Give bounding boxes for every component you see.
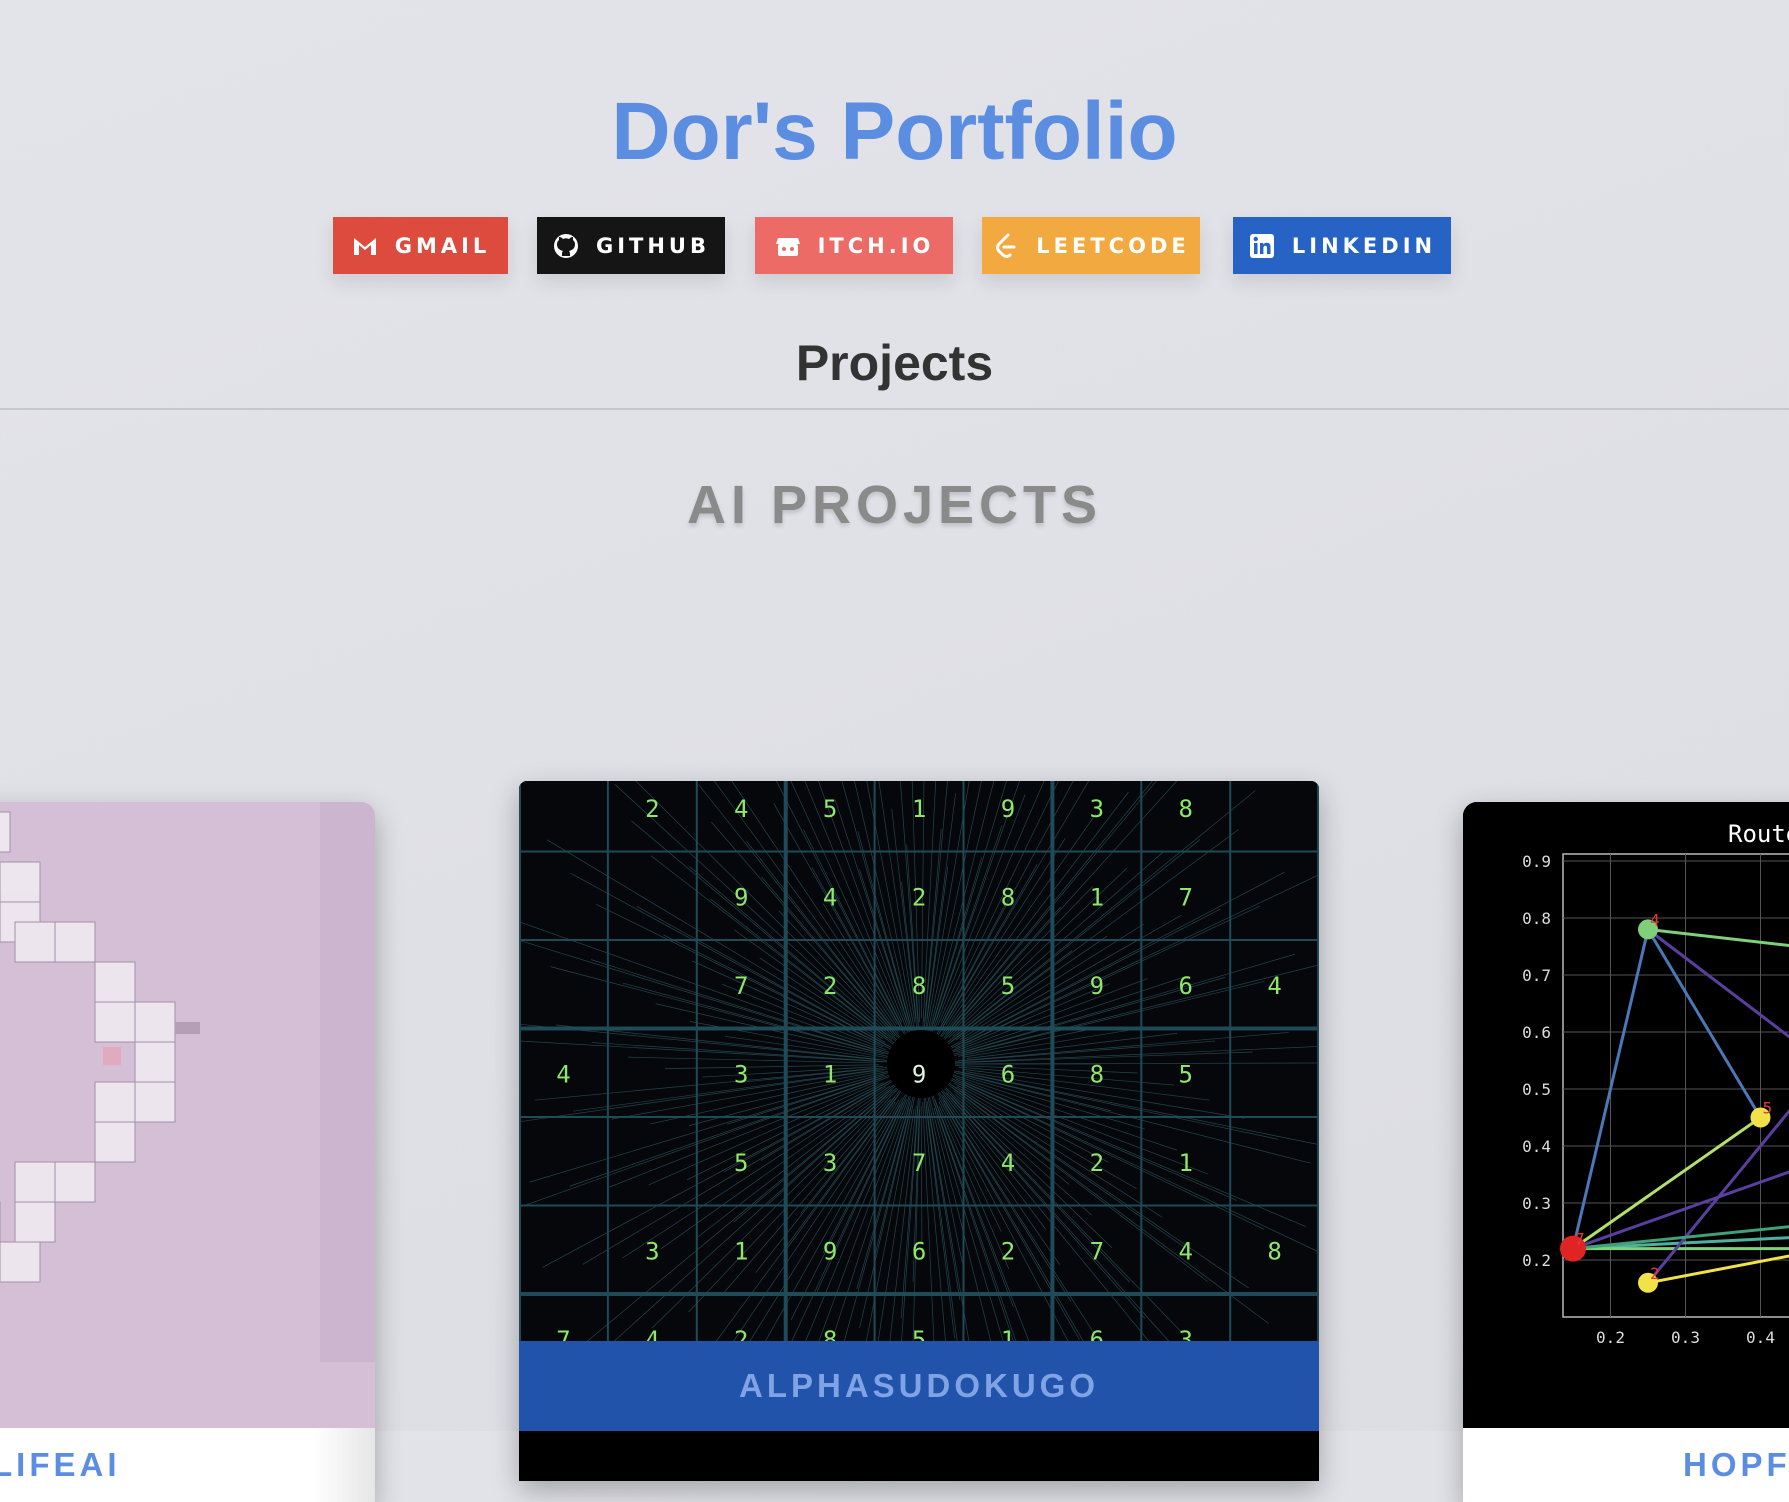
- sudoku-digit: 9: [1090, 972, 1104, 1000]
- leetcode-icon: [992, 232, 1020, 260]
- leetcode-button[interactable]: LEETCODE: [982, 217, 1200, 274]
- sudoku-digit: 1: [1001, 1326, 1015, 1341]
- chart-title: Route: [1728, 820, 1789, 848]
- sudoku-digit: 6: [1001, 1061, 1015, 1089]
- gmail-button[interactable]: GMAIL: [333, 217, 508, 274]
- sudoku-digit: 2: [645, 795, 659, 823]
- github-label: GITHUB: [595, 233, 710, 258]
- sudoku-digit: 3: [1179, 1326, 1193, 1341]
- sudoku-digit: 5: [734, 1149, 748, 1177]
- linkedin-icon: [1248, 232, 1276, 260]
- x-tick-label: 0.3: [1671, 1328, 1700, 1347]
- itchio-icon: [774, 232, 802, 260]
- sudoku-digit: 2: [912, 884, 926, 912]
- gmail-icon: [351, 232, 379, 260]
- sudoku-digit: 7: [912, 1149, 926, 1177]
- y-tick-label: 0.8: [1522, 909, 1551, 928]
- sudoku-digit: 9: [734, 884, 748, 912]
- sudoku-digit: 1: [1179, 1149, 1193, 1177]
- sudoku-digit: 1: [823, 1061, 837, 1089]
- sudoku-digit: 1: [734, 1238, 748, 1266]
- gmail-label: GMAIL: [394, 233, 491, 258]
- sudoku-digit: 9: [823, 1238, 837, 1266]
- sudoku-digit: 2: [734, 1326, 748, 1341]
- sudoku-digit: 4: [556, 1061, 570, 1089]
- page-title: Dor's Portfolio: [611, 86, 1178, 177]
- y-tick-label: 0.9: [1522, 852, 1551, 871]
- social-links: GMAIL GITHUB ITCH.IO LEETCODE LINKEDIN: [0, 217, 1789, 274]
- x-tick-label: 0.2: [1596, 1328, 1625, 1347]
- card-title-lifeai: LIFEAI: [0, 1428, 375, 1502]
- sudoku-digit: 2: [1090, 1149, 1104, 1177]
- sudoku-digit: 5: [912, 1326, 926, 1341]
- sudoku-digit: 8: [823, 1326, 837, 1341]
- linkedin-label: LINKEDIN: [1291, 233, 1437, 258]
- y-tick-label: 0.2: [1522, 1251, 1551, 1270]
- y-tick-label: 0.7: [1522, 966, 1551, 985]
- sudoku-digit: 8: [912, 972, 926, 1000]
- y-tick-label: 0.4: [1522, 1137, 1551, 1156]
- itchio-label: ITCH.IO: [817, 233, 935, 258]
- sudoku-digit: 7: [556, 1326, 570, 1341]
- y-tick-label: 0.6: [1522, 1023, 1551, 1042]
- sudoku-digit: 2: [1001, 1238, 1015, 1266]
- sudoku-digit: 2: [823, 972, 837, 1000]
- sudoku-digit: 4: [645, 1326, 659, 1341]
- sudoku-digit: 6: [1179, 972, 1193, 1000]
- projects-heading: Projects: [795, 335, 994, 391]
- sudoku-digit: 4: [1267, 972, 1281, 1000]
- sudoku-digit: 9: [912, 1061, 926, 1089]
- sudoku-digit: 3: [1090, 795, 1104, 823]
- sudoku-digit: 5: [1179, 1061, 1193, 1089]
- sudoku-digit: 9: [1001, 795, 1015, 823]
- sudoku-digit: 6: [912, 1238, 926, 1266]
- sudoku-digit: 4: [734, 795, 748, 823]
- project-card-lifeai[interactable]: LIFEAI: [0, 802, 375, 1502]
- sudoku-digit: 5: [1001, 972, 1015, 1000]
- lifeai-image: [0, 802, 375, 1362]
- x-tick-label: 0.4: [1746, 1328, 1775, 1347]
- sudoku-digit: 7: [1179, 884, 1193, 912]
- card-title-hopfield: HOPFI: [1463, 1428, 1789, 1502]
- itchio-button[interactable]: ITCH.IO: [755, 217, 953, 274]
- sudoku-digit: 3: [645, 1238, 659, 1266]
- sudoku-digit: 8: [1090, 1061, 1104, 1089]
- y-tick-label: 0.5: [1522, 1080, 1551, 1099]
- sudoku-digit: 8: [1001, 884, 1015, 912]
- sudoku-digit: 5: [823, 795, 837, 823]
- github-icon: [552, 232, 580, 260]
- card-title-alphasudokugo: ALPHASUDOKUGO: [519, 1341, 1319, 1431]
- route-point-label: 7: [1575, 1230, 1585, 1249]
- route-point-label: 2: [1650, 1264, 1660, 1283]
- divider: [0, 408, 1789, 410]
- y-tick-label: 0.3: [1522, 1194, 1551, 1213]
- sudoku-digit: 7: [1090, 1238, 1104, 1266]
- sudoku-digit: 6: [1090, 1326, 1104, 1341]
- ai-projects-title: AI PROJECTS: [686, 475, 1103, 535]
- sudoku-digit: 8: [1179, 795, 1193, 823]
- sudoku-digit: 1: [1090, 884, 1104, 912]
- sudoku-digit: 4: [1001, 1149, 1015, 1177]
- leetcode-label: LEETCODE: [1036, 233, 1190, 258]
- sudoku-digit: 4: [823, 884, 837, 912]
- route-point-label: 4: [1650, 910, 1660, 929]
- route-point-label: 5: [1763, 1099, 1773, 1118]
- project-card-alphasudokugo[interactable]: 2 4 5 1 9 3 8 9 4 2 8 1 7 7 2 8 5 9 6 4 4 3 1 9 6 8 5 5 3 7 4 2 1 3 1 9 6 2 7 4…: [519, 781, 1319, 1481]
- github-button[interactable]: GITHUB: [537, 217, 725, 274]
- sudoku-digit: 3: [734, 1061, 748, 1089]
- linkedin-button[interactable]: LINKEDIN: [1233, 217, 1451, 274]
- sudoku-digit: 4: [1179, 1238, 1193, 1266]
- sudoku-digit: 7: [734, 972, 748, 1000]
- route-chart: Route 0.90.80.70.60.50.40.30.20.20.30.4 …: [1463, 802, 1789, 1362]
- sudoku-digit: 8: [1267, 1238, 1281, 1266]
- sudoku-digit: 1: [912, 795, 926, 823]
- project-card-hopfield[interactable]: Route 0.90.80.70.60.50.40.30.20.20.30.4 …: [1463, 802, 1789, 1502]
- alphasudokugo-image: 2 4 5 1 9 3 8 9 4 2 8 1 7 7 2 8 5 9 6 4 4 3 1 9 6 8 5 5 3 7 4 2 1 3 1 9 6 2 7 4…: [519, 781, 1319, 1341]
- sudoku-digit: 3: [823, 1149, 837, 1177]
